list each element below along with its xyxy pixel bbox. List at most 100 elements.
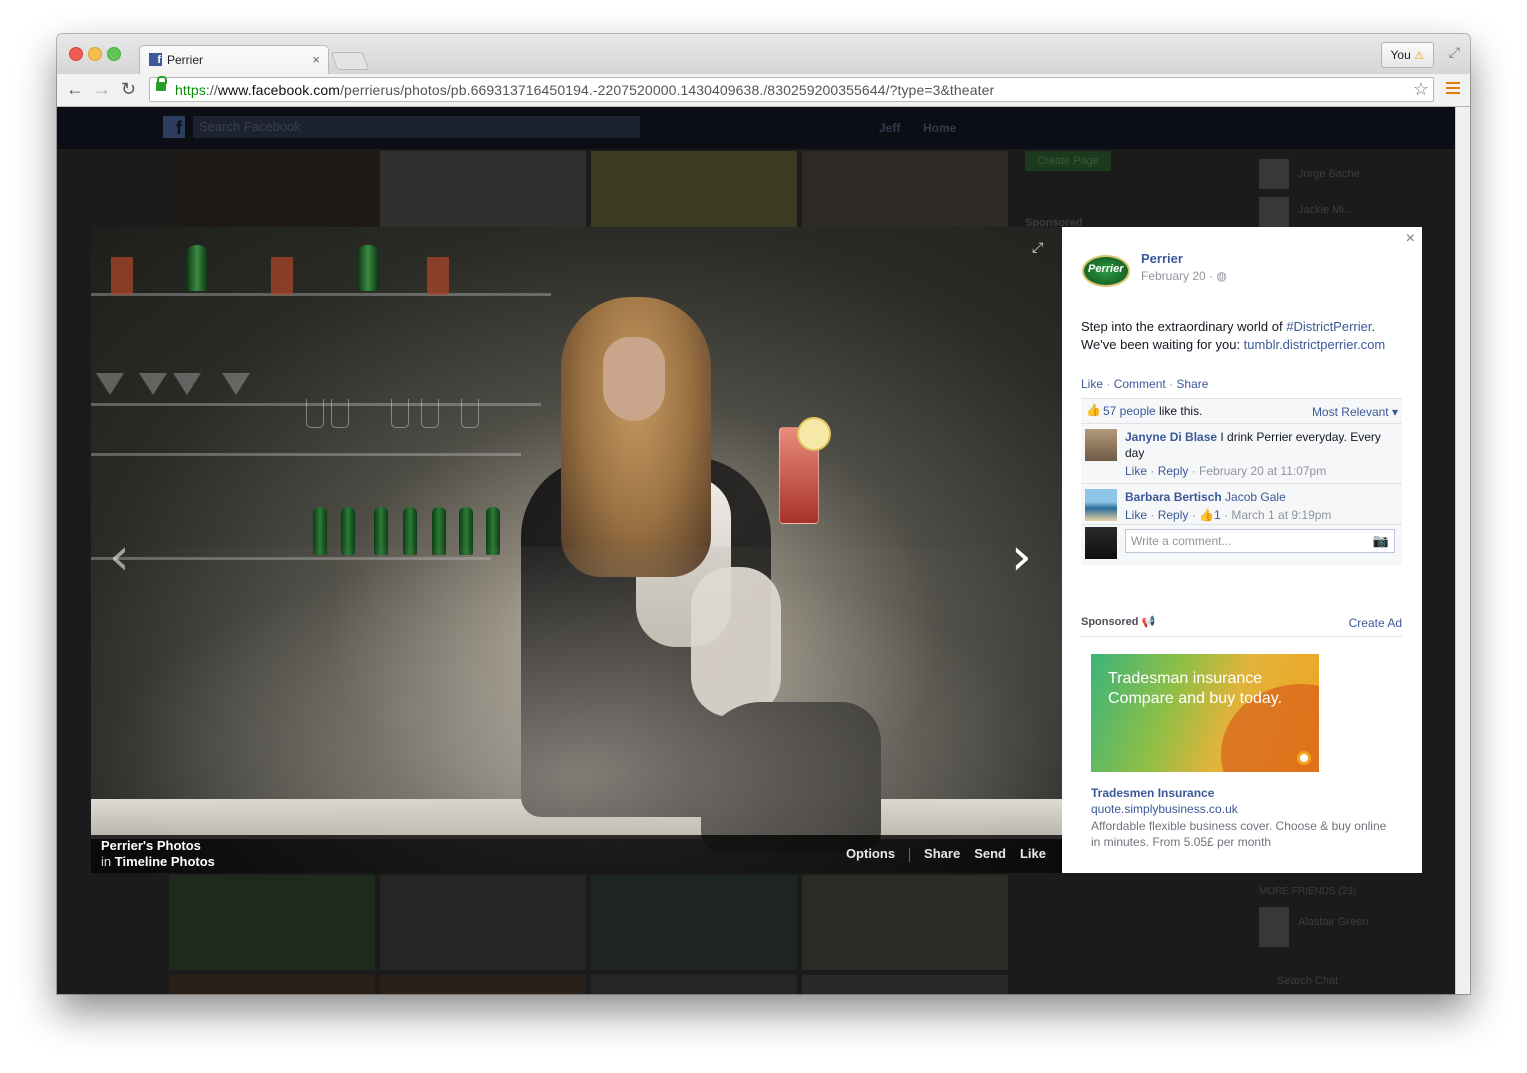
bottle-decor <box>186 245 208 291</box>
likes-count-link[interactable]: 57 people <box>1103 404 1156 418</box>
tagged-user-link[interactable]: Jacob Gale <box>1222 490 1286 504</box>
like-button[interactable]: Like <box>1020 846 1046 861</box>
commenter-name[interactable]: Barbara Bertisch <box>1125 490 1222 504</box>
photo-footer: Perrier's Photos in Timeline Photos Opti… <box>91 835 1062 873</box>
window-close-button[interactable] <box>69 47 83 61</box>
comment-time[interactable]: March 1 at 9:19pm <box>1231 508 1331 522</box>
facebook-search-input[interactable]: Search Facebook <box>193 116 640 138</box>
commenter-name[interactable]: Janyne Di Blase <box>1125 430 1217 444</box>
window-zoom-button[interactable] <box>107 47 121 61</box>
post-text-part: Step into the extraordinary world of <box>1081 319 1287 334</box>
glass-decor <box>306 399 324 428</box>
home-link[interactable]: Home <box>923 121 956 135</box>
url-text[interactable]: https://www.facebook.com/perrierus/photo… <box>175 82 994 98</box>
ad-domain-link[interactable]: quote.simplybusiness.co.uk <box>1091 802 1238 816</box>
reload-icon[interactable]: ↻ <box>121 79 136 100</box>
globe-icon: ◍ <box>1216 269 1227 283</box>
external-link[interactable]: tumblr.districtperrier.com <box>1244 337 1386 352</box>
back-icon[interactable]: ← <box>66 79 84 100</box>
page-name-link[interactable]: Perrier <box>1141 251 1183 266</box>
commenter-avatar[interactable] <box>1085 429 1117 461</box>
url-separator: :// <box>205 82 218 98</box>
friend-avatar[interactable] <box>1259 197 1289 227</box>
post-comment-link[interactable]: Comment <box>1114 377 1166 391</box>
album-title[interactable]: Perrier's Photos <box>101 838 201 853</box>
facebook-logo-icon[interactable]: f <box>163 116 185 138</box>
comment-reply-link[interactable]: Reply <box>1158 464 1189 478</box>
photo-actions: Options Share Send Like <box>832 846 1046 862</box>
sort-dropdown[interactable]: Most Relevant ▾ <box>1312 405 1398 419</box>
comment-meta: Like · Reply · February 20 at 11:07pm <box>1125 464 1327 478</box>
comment-meta: Like · Reply · 👍1 · March 1 at 9:19pm <box>1125 508 1332 522</box>
comments-section: 👍 57 people like this. Most Relevant ▾ J… <box>1081 398 1402 565</box>
likes-row: 👍 57 people like this. Most Relevant ▾ <box>1081 399 1402 424</box>
glass-decor <box>96 373 124 395</box>
fullscreen-icon[interactable]: ⤢ <box>1449 44 1460 61</box>
window-minimize-button[interactable] <box>88 47 102 61</box>
grid-photo <box>380 975 586 994</box>
write-comment-input[interactable]: Write a comment... 📷 <box>1125 529 1395 553</box>
grid-photo <box>802 151 1008 227</box>
ad-image[interactable]: Tradesman insurance Compare and buy toda… <box>1091 654 1319 772</box>
comment-reply-link[interactable]: Reply <box>1158 508 1189 522</box>
share-button[interactable]: Share <box>924 846 960 861</box>
post-like-link[interactable]: Like <box>1081 377 1103 391</box>
action-divider <box>909 847 911 862</box>
camera-icon[interactable]: 📷 <box>1373 530 1389 552</box>
browser-toolbar: ← → ↻ https://www.facebook.com/perrierus… <box>57 74 1470 107</box>
hashtag-link[interactable]: #DistrictPerrier <box>1286 319 1371 334</box>
profile-button[interactable]: You ⚠ <box>1380 42 1434 68</box>
post-text: Step into the extraordinary world of #Di… <box>1081 318 1401 354</box>
woman-figure <box>603 337 665 421</box>
forward-icon[interactable]: → <box>93 79 111 100</box>
create-ad-link[interactable]: Create Ad <box>1349 616 1402 630</box>
commenter-avatar[interactable] <box>1085 489 1117 521</box>
photo-viewer[interactable]: ‹ › ⤢ Perrier's Photos in Timeline Photo… <box>91 227 1062 873</box>
tab-strip: f Perrier × You ⚠ ⤢ <box>57 34 1470 74</box>
glass-decor <box>222 373 250 395</box>
user-name-link[interactable]: Jeff <box>879 121 900 135</box>
sponsored-text: Sponsored <box>1081 616 1139 628</box>
comment-time[interactable]: February 20 at 11:07pm <box>1199 464 1326 478</box>
ad-title-link[interactable]: Tradesmen Insurance <box>1091 786 1214 800</box>
search-chat-input[interactable]: Search Chat <box>1277 975 1338 987</box>
friend-avatar[interactable] <box>1259 907 1289 947</box>
glass-decor <box>391 399 409 428</box>
perrier-logo[interactable]: Perrier <box>1082 255 1130 287</box>
chat-friend[interactable]: Jackie Mi... <box>1298 204 1353 216</box>
chat-friend[interactable]: Alastair Green <box>1298 916 1368 928</box>
chat-friend[interactable]: Jorge Bache <box>1298 168 1360 180</box>
comment-body: Janyne Di Blase I drink Perrier everyday… <box>1125 429 1397 479</box>
comment-like-link[interactable]: Like <box>1125 508 1147 522</box>
bookmark-star-icon[interactable]: ☆ <box>1413 79 1429 100</box>
friend-avatar[interactable] <box>1259 159 1289 189</box>
post-date-text[interactable]: February 20 · <box>1141 269 1213 283</box>
address-bar[interactable]: https://www.facebook.com/perrierus/photo… <box>149 76 1434 102</box>
lock-icon <box>156 76 167 91</box>
url-path: /perrierus/photos/pb.669313716450194.-22… <box>340 82 995 98</box>
chrome-menu-icon[interactable] <box>1446 82 1460 94</box>
page-scrollbar[interactable] <box>1455 107 1470 994</box>
timeline-photos-link[interactable]: Timeline Photos <box>115 854 215 869</box>
tab-perrier[interactable]: f Perrier × <box>139 45 329 74</box>
post-share-link[interactable]: Share <box>1176 377 1208 391</box>
ad-headline: Tradesman insurance <box>1108 670 1263 687</box>
comment-like-count[interactable]: 👍1 <box>1199 508 1221 522</box>
close-icon[interactable]: × <box>1406 230 1415 248</box>
tab-title: Perrier <box>167 53 204 67</box>
next-photo-icon[interactable]: › <box>1011 527 1032 587</box>
ad-headline: Compare and buy today. <box>1108 690 1283 707</box>
glass-decor <box>271 257 293 295</box>
send-button[interactable]: Send <box>974 846 1006 861</box>
facebook-favicon-icon: f <box>149 53 162 66</box>
comment-like-link[interactable]: Like <box>1125 464 1147 478</box>
expand-icon[interactable]: ⤢ <box>1032 239 1043 256</box>
create-page-button[interactable]: Create Page <box>1025 151 1111 171</box>
tab-close-icon[interactable]: × <box>312 52 320 67</box>
grid-photo <box>802 975 1008 994</box>
previous-photo-icon[interactable]: ‹ <box>109 527 130 587</box>
new-tab-button[interactable] <box>330 52 370 70</box>
options-button[interactable]: Options <box>846 846 895 861</box>
photo-theater: ‹ › ⤢ Perrier's Photos in Timeline Photo… <box>91 227 1422 873</box>
grid-photo <box>591 975 797 994</box>
